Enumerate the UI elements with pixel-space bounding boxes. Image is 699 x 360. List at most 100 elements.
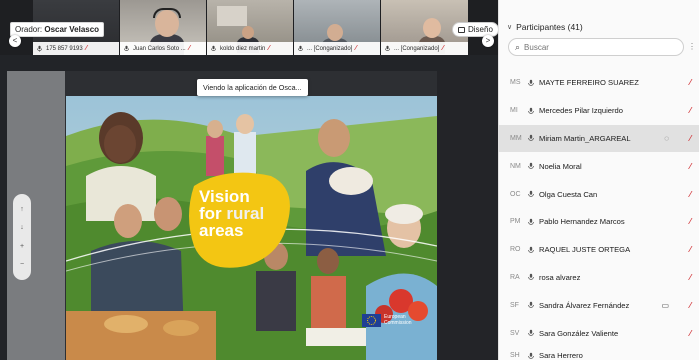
search-icon: ⌕ — [515, 41, 521, 52]
mic-status-icon — [527, 246, 535, 254]
mic-status-icon — [527, 352, 535, 360]
participant-initials: SH — [510, 352, 520, 360]
layout-label: Diseño — [468, 25, 493, 34]
video-tile[interactable]: Juan Carlos Soto ... ⁄ — [120, 0, 206, 55]
muted-icon: ⁄ — [689, 245, 691, 255]
participant-row[interactable]: MS MAYTE FERREIRO SUAREZ ⁄ — [498, 69, 699, 97]
muted-icon: ⁄ — [442, 45, 444, 52]
shared-slide: Vision for rural areas European Commissi… — [66, 96, 437, 360]
participants-header[interactable]: ∨ Participantes (41) — [499, 0, 699, 42]
search-input[interactable] — [524, 42, 665, 52]
zoom-out-button[interactable]: − — [20, 261, 24, 268]
microphone-icon — [123, 45, 130, 52]
zoom-controls: ↑ ↓ + − — [13, 194, 31, 280]
muted-icon: ⁄ — [689, 300, 691, 310]
participant-row[interactable]: SH Sara Herrero — [498, 347, 699, 360]
viewing-banner: Viendo la aplicación de Osca... — [197, 79, 308, 96]
tiles-next-button[interactable]: > — [482, 35, 494, 47]
participant-row[interactable]: SV Sara González Valiente ⁄ — [498, 319, 699, 347]
participant-name: Sandra Álvarez Fernández — [539, 300, 630, 310]
tiles-prev-button[interactable]: < — [9, 35, 21, 47]
muted-icon: ⁄ — [689, 217, 691, 227]
participant-row[interactable]: RA rosa alvarez ⁄ — [498, 264, 699, 292]
participant-name: RAQUEL JUSTE ORTEGA — [539, 245, 631, 255]
share-right-margin — [437, 71, 491, 360]
mic-status-icon — [527, 107, 535, 115]
microphone-icon — [210, 45, 217, 52]
zoom-in-button[interactable]: + — [20, 243, 24, 250]
participant-initials: MI — [510, 107, 518, 115]
participant-initials: PM — [510, 218, 521, 226]
participant-name: Mercedes Pilar Izquierdo — [539, 106, 623, 116]
participant-initials: RO — [510, 246, 521, 254]
tile-name: ... [Conganizado] — [307, 45, 353, 52]
participant-initials: MM — [510, 134, 522, 142]
muted-icon: ⁄ — [689, 133, 691, 143]
tile-name: ... [Conganizado] — [394, 45, 440, 52]
participant-initials: NM — [510, 162, 521, 170]
participant-initials: SV — [510, 329, 520, 337]
more-options-icon[interactable]: ⋮ — [688, 42, 696, 51]
speaker-label: Orador: Oscar Velasco — [10, 22, 105, 37]
slide-title-line1: Vision — [199, 187, 250, 206]
speaker-name: Oscar Velasco — [44, 25, 100, 34]
participant-name: Sara Herrero — [539, 351, 583, 360]
zoom-down-button[interactable]: ↓ — [20, 224, 24, 231]
participant-name: Pablo Hernandez Marcos — [539, 217, 625, 227]
muted-icon: ⁄ — [689, 189, 691, 199]
participant-list: MS MAYTE FERREIRO SUAREZ ⁄ MI Mercedes P… — [498, 69, 699, 360]
participant-name: MAYTE FERREIRO SUAREZ — [539, 78, 639, 88]
participant-row[interactable]: SF Sandra Álvarez Fernández ▭ ⁄ — [498, 291, 699, 319]
participant-search[interactable]: ⌕ — [508, 38, 684, 56]
tile-name: 175 857 9193 — [46, 45, 83, 52]
participant-row[interactable]: RO RAQUEL JUSTE ORTEGA ⁄ — [498, 236, 699, 264]
participant-initials: MS — [510, 79, 521, 87]
mic-status-icon — [527, 190, 535, 198]
speaker-prefix: Orador: — [15, 25, 43, 34]
mic-status-icon — [527, 218, 535, 226]
participant-name: Sara González Valiente — [539, 328, 619, 338]
layout-button[interactable]: Diseño — [452, 22, 499, 37]
mic-status-icon — [527, 134, 535, 142]
muted-icon: ⁄ — [689, 106, 691, 116]
microphone-icon — [297, 45, 304, 52]
participant-initials: OC — [510, 190, 521, 198]
slide-title: Vision for rural areas — [199, 188, 264, 239]
microphone-icon — [36, 45, 43, 52]
participant-row[interactable]: OC Olga Cuesta Can ⁄ — [498, 180, 699, 208]
slide-title-line3: areas — [199, 221, 244, 240]
layout-icon — [458, 26, 465, 33]
loading-icon: ◌ — [664, 133, 669, 143]
muted-icon: ⁄ — [689, 328, 691, 338]
mic-status-icon — [527, 162, 535, 170]
muted-icon: ⁄ — [268, 45, 270, 52]
participant-initials: SF — [510, 301, 519, 309]
participant-name: Noelia Moral — [539, 161, 582, 171]
muted-icon: ⁄ — [188, 45, 190, 52]
muted-icon: ⁄ — [689, 272, 691, 282]
mic-status-icon — [527, 329, 535, 337]
muted-icon: ⁄ — [355, 45, 357, 52]
eu-logo-text: European Commission — [384, 314, 412, 326]
muted-icon: ⁄ — [85, 45, 87, 52]
microphone-icon — [384, 45, 391, 52]
participant-row[interactable]: MM Miriam Martin_ARGAREAL ◌ ⁄ — [498, 124, 699, 153]
chevron-down-icon: ∨ — [507, 24, 513, 31]
teams-meeting-window: 175 857 9193 ⁄ Juan Carlos Soto ... ⁄ ko… — [0, 0, 699, 360]
participant-row[interactable]: NM Noelia Moral ⁄ — [498, 152, 699, 180]
tile-name: Juan Carlos Soto ... — [133, 45, 186, 52]
camera-icon: ▭ — [661, 300, 669, 310]
participant-name: rosa alvarez — [539, 272, 581, 282]
mic-status-icon — [527, 301, 535, 309]
zoom-up-button[interactable]: ↑ — [20, 206, 24, 213]
mic-status-icon — [527, 273, 535, 281]
participant-row[interactable]: MI Mercedes Pilar Izquierdo ⁄ — [498, 97, 699, 125]
participants-title: Participantes (41) — [516, 22, 583, 32]
participant-initials: RA — [510, 273, 520, 281]
video-tile[interactable]: koldo diez martin ⁄ — [207, 0, 293, 55]
participant-row[interactable]: PM Pablo Hernandez Marcos ⁄ — [498, 208, 699, 236]
muted-icon: ⁄ — [689, 161, 691, 171]
video-tile[interactable]: ... [Conganizado] ⁄ — [294, 0, 380, 55]
muted-icon: ⁄ — [689, 78, 691, 88]
participant-name: Olga Cuesta Can — [539, 189, 598, 199]
